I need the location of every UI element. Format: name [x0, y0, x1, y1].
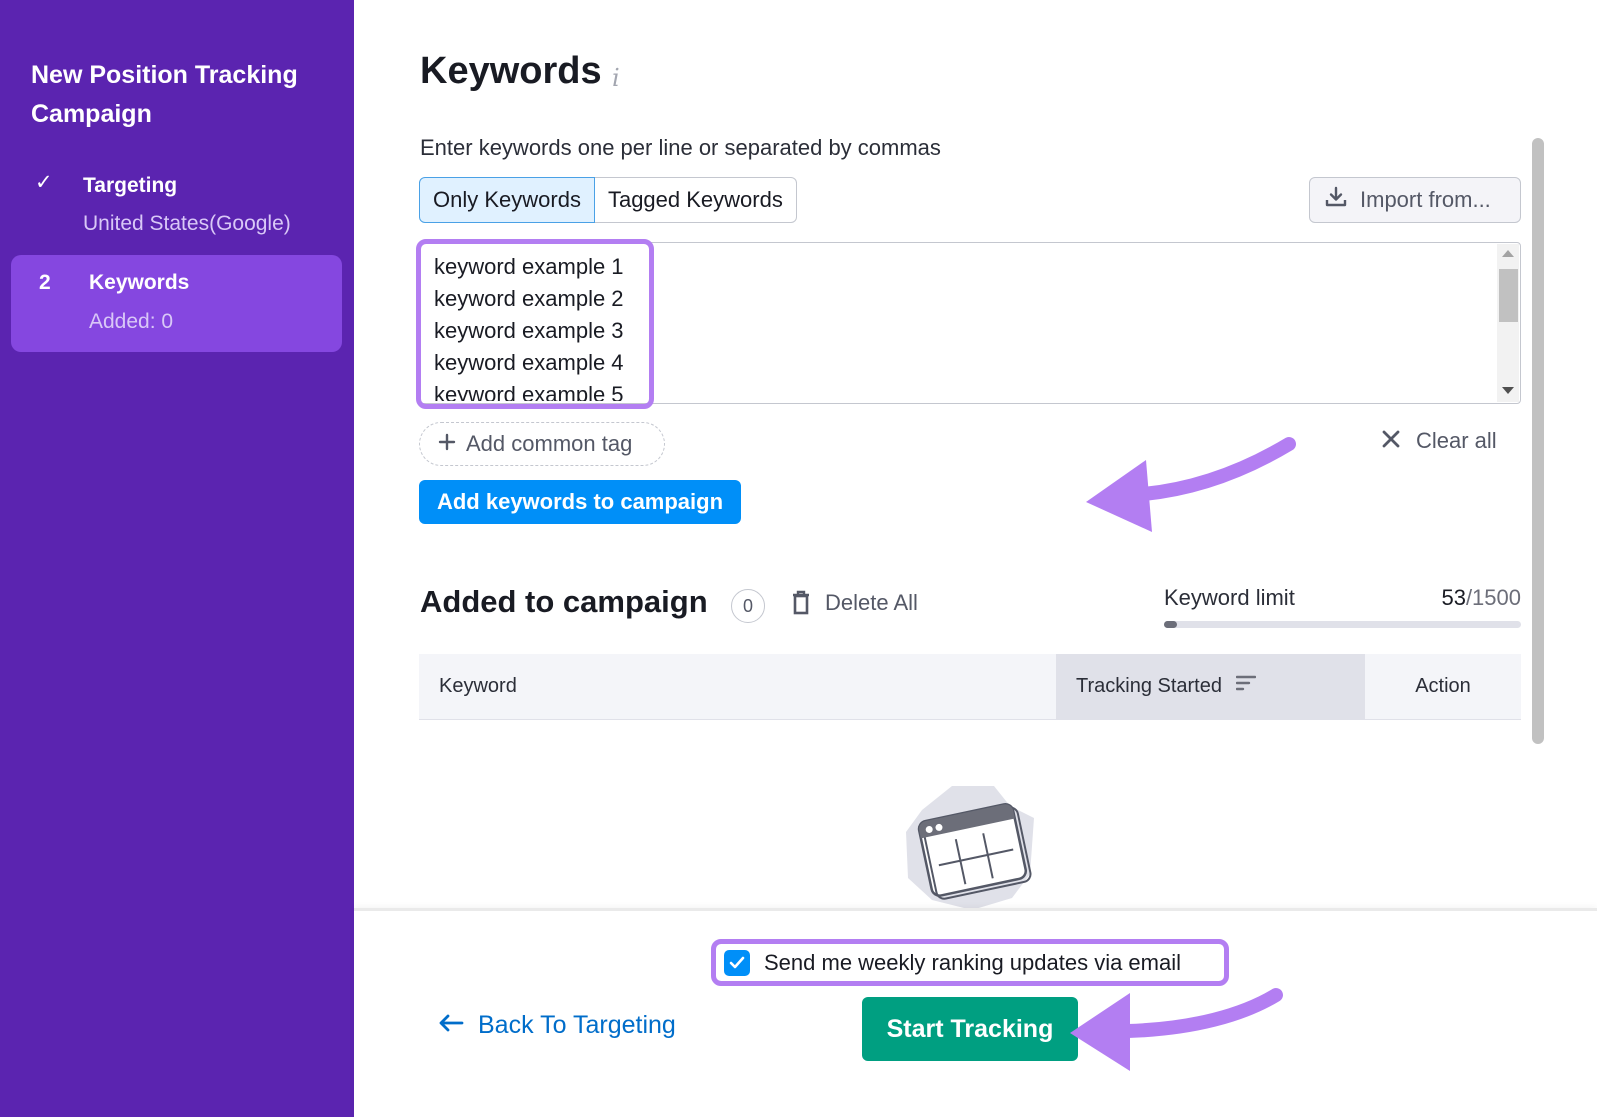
step-number: 2 [39, 271, 51, 294]
step-keywords[interactable]: 2 Keywords Added: 0 [11, 255, 342, 352]
check-icon: ✓ [35, 171, 53, 194]
start-tracking-button[interactable]: Start Tracking [862, 997, 1078, 1061]
download-icon [1324, 185, 1348, 215]
step-label: Targeting [83, 174, 178, 197]
keyword-limit-value: 53/1500 [1441, 585, 1521, 611]
main-panel: Keywords i Enter keywords one per line o… [354, 0, 1597, 1117]
step-label: Keywords [89, 271, 190, 294]
step-targeting[interactable]: ✓ Targeting United States(Google) [11, 166, 342, 246]
keyword-limit-used: 53 [1441, 585, 1466, 610]
email-updates-option[interactable]: Send me weekly ranking updates via email [711, 939, 1229, 986]
sidebar: New Position Tracking Campaign ✓ Targeti… [0, 0, 354, 1117]
column-keyword[interactable]: Keyword [439, 654, 517, 719]
column-tracking-started[interactable]: Tracking Started [1056, 654, 1365, 719]
column-action: Action [1415, 675, 1471, 697]
arrow-left-icon [438, 1011, 464, 1040]
sort-icon[interactable] [1235, 654, 1256, 719]
delete-all-button[interactable]: Delete All [791, 590, 918, 622]
added-to-campaign-title: Added to campaign [420, 584, 708, 619]
delete-all-label: Delete All [825, 590, 918, 615]
email-updates-label: Send me weekly ranking updates via email [764, 949, 1182, 975]
keyword-limit-progress [1164, 621, 1521, 628]
added-count-badge: 0 [731, 589, 765, 623]
add-common-tag-button[interactable]: Add common tag [419, 422, 665, 466]
checkmark-icon [729, 956, 745, 968]
clear-all-label: Clear all [1416, 428, 1497, 453]
keywords-hint: Enter keywords one per line or separated… [420, 135, 941, 160]
page-scrollbar[interactable] [1532, 138, 1544, 744]
import-label: Import from... [1360, 187, 1491, 212]
column-tracking-started-label: Tracking Started [1076, 675, 1222, 697]
textarea-scrollbar[interactable] [1497, 244, 1519, 402]
scrollbar-thumb[interactable] [1499, 269, 1518, 322]
added-keywords-table-header: Keyword Tracking Started Action [419, 654, 1521, 720]
empty-table-illustration-icon [906, 786, 1034, 910]
back-to-targeting-label: Back To Targeting [478, 1011, 676, 1039]
scroll-up-arrow-icon[interactable] [1502, 250, 1514, 257]
tab-tagged-keywords[interactable]: Tagged Keywords [594, 177, 797, 223]
tab-only-keywords[interactable]: Only Keywords [419, 177, 595, 223]
campaign-title: New Position Tracking Campaign [31, 61, 298, 128]
annotation-arrow-icon [1070, 988, 1283, 1071]
step-sublabel: United States(Google) [83, 212, 291, 235]
import-button[interactable]: Import from... [1309, 177, 1521, 223]
info-icon[interactable]: i [612, 64, 620, 92]
close-icon [1382, 428, 1400, 454]
scroll-down-arrow-icon[interactable] [1502, 387, 1514, 394]
keyword-limit-progress-fill [1164, 621, 1177, 628]
keywords-input-value: keyword example 1 keyword example 2 keyw… [434, 254, 624, 401]
keyword-limit-label: Keyword limit [1164, 585, 1295, 610]
plus-icon [438, 431, 456, 457]
trash-icon [791, 590, 811, 622]
step-sublabel: Added: 0 [89, 310, 174, 333]
footer-bar: Send me weekly ranking updates via email… [354, 908, 1597, 1117]
clear-all-button[interactable]: Clear all [1382, 428, 1497, 454]
annotation-arrow-icon [1086, 437, 1296, 532]
email-updates-checkbox[interactable] [724, 949, 750, 976]
page-title: Keywords [420, 50, 602, 92]
add-common-tag-label: Add common tag [466, 431, 633, 456]
keyword-mode-toggle: Only Keywords Tagged Keywords [419, 177, 797, 223]
add-keywords-to-campaign-button[interactable]: Add keywords to campaign [419, 480, 741, 524]
back-to-targeting-link[interactable]: Back To Targeting [438, 1011, 676, 1040]
keyword-limit-total: /1500 [1465, 585, 1521, 610]
keywords-textarea[interactable]: keyword example 1 keyword example 2 keyw… [419, 242, 1521, 404]
